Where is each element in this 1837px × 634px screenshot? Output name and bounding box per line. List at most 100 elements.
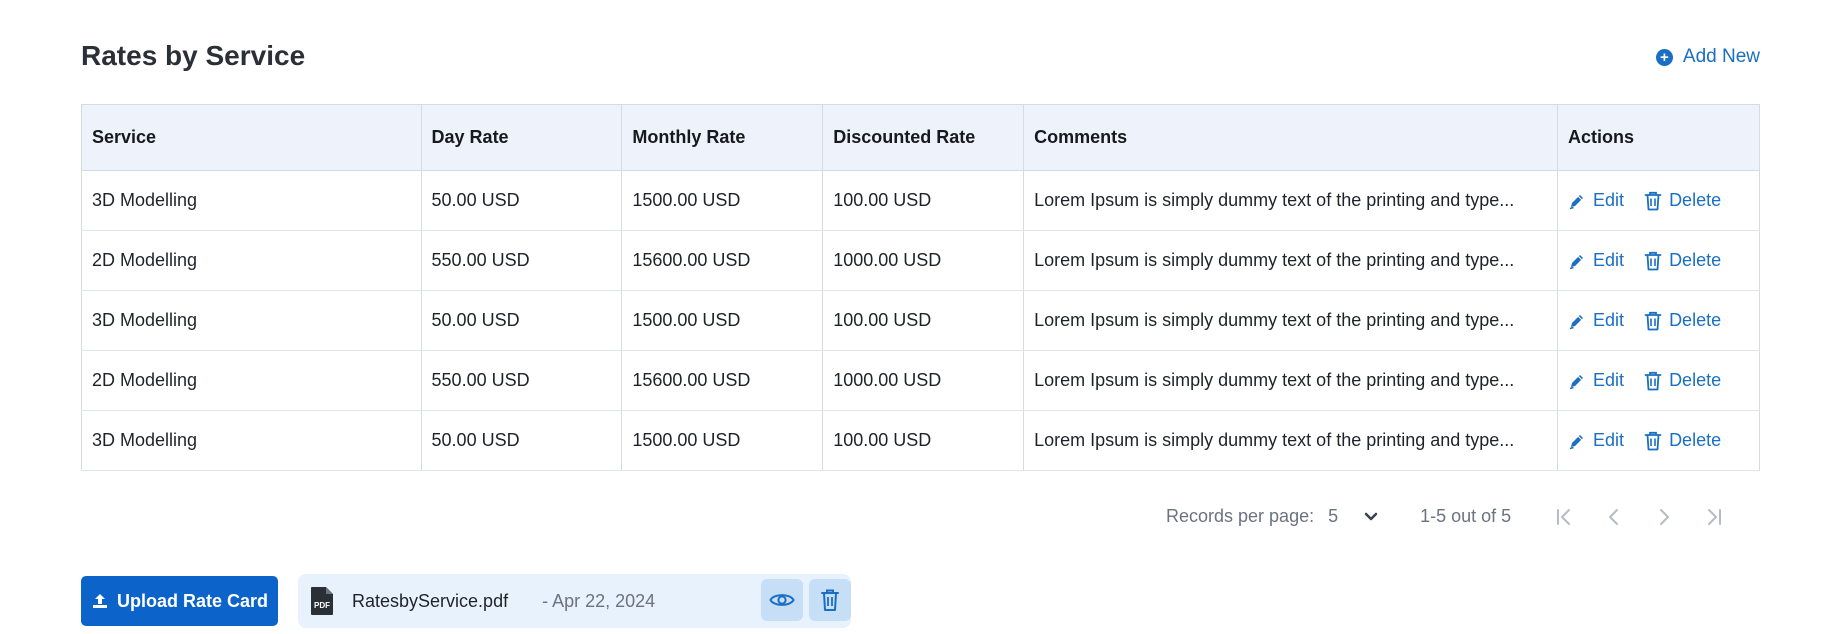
rates-page: Rates by Service + Add New Service Day R… <box>0 0 1837 634</box>
cell-service: 2D Modelling <box>81 350 422 411</box>
delete-file-button[interactable] <box>809 579 851 621</box>
cell-service: 3D Modelling <box>81 410 422 471</box>
cell-discounted-rate: 1000.00 USD <box>822 350 1025 411</box>
delete-button[interactable]: Delete <box>1644 370 1721 391</box>
cell-day-rate: 50.00 USD <box>421 170 623 231</box>
column-header-actions: Actions <box>1557 104 1760 171</box>
svg-text:PDF: PDF <box>314 601 330 610</box>
pagination: Records per page: 5 1-5 out of 5 <box>1166 506 1725 527</box>
uploaded-file-chip: PDF RatesbyService.pdf - Apr 22, 2024 <box>298 574 851 628</box>
pagination-nav <box>1553 508 1725 526</box>
edit-button[interactable]: Edit <box>1568 190 1624 211</box>
add-new-button[interactable]: + Add New <box>1655 46 1760 68</box>
cell-monthly-rate: 1500.00 USD <box>621 170 824 231</box>
plus-circle-icon: + <box>1655 48 1673 66</box>
cell-day-rate: 550.00 USD <box>421 230 623 291</box>
chevron-down-icon <box>1364 512 1378 520</box>
chevron-left-icon <box>1609 508 1619 525</box>
upload-rate-card-label: Upload Rate Card <box>116 590 269 611</box>
previous-page-button[interactable] <box>1603 508 1625 526</box>
edit-button[interactable]: Edit <box>1568 310 1624 331</box>
edit-label: Edit <box>1593 250 1625 270</box>
pencil-icon <box>1569 194 1584 209</box>
last-page-button[interactable] <box>1703 508 1725 526</box>
cell-service: 3D Modelling <box>81 170 422 231</box>
delete-label: Delete <box>1669 250 1722 270</box>
row-actions: Edit Delete <box>1568 310 1749 331</box>
trash-icon <box>1644 191 1662 210</box>
cell-day-rate: 50.00 USD <box>421 290 623 351</box>
pagination-range: 1-5 out of 5 <box>1420 506 1512 526</box>
rates-table: Service Day Rate Monthly Rate Discounted… <box>81 104 1760 471</box>
cell-discounted-rate: 100.00 USD <box>822 170 1025 231</box>
edit-button[interactable]: Edit <box>1568 430 1624 451</box>
last-page-icon <box>1708 508 1722 525</box>
column-header-day-rate: Day Rate <box>421 104 623 171</box>
row-actions: Edit Delete <box>1568 430 1749 451</box>
cell-monthly-rate: 1500.00 USD <box>621 290 824 351</box>
cell-day-rate: 50.00 USD <box>421 410 623 471</box>
pencil-icon <box>1569 314 1584 329</box>
add-new-label: Add New <box>1682 46 1760 67</box>
row-actions: Edit Delete <box>1568 190 1749 211</box>
trash-icon <box>1644 431 1662 450</box>
records-per-page-label: Records per page: <box>1166 506 1315 526</box>
view-file-button[interactable] <box>761 579 803 621</box>
next-page-button[interactable] <box>1653 508 1675 526</box>
cell-actions: Edit Delete <box>1557 410 1760 471</box>
delete-label: Delete <box>1669 310 1722 330</box>
table-row: 2D Modelling 550.00 USD 15600.00 USD 1000.0… <box>81 230 1760 291</box>
cell-actions: Edit Delete <box>1557 170 1760 231</box>
row-actions: Edit Delete <box>1568 250 1749 271</box>
cell-service: 2D Modelling <box>81 230 422 291</box>
delete-button[interactable]: Delete <box>1644 430 1721 451</box>
cell-monthly-rate: 15600.00 USD <box>621 350 824 411</box>
delete-label: Delete <box>1669 370 1722 390</box>
cell-monthly-rate: 1500.00 USD <box>621 410 824 471</box>
edit-label: Edit <box>1593 430 1625 450</box>
records-per-page-select[interactable]: 5 <box>1328 506 1378 527</box>
column-header-comments: Comments <box>1023 104 1559 171</box>
cell-monthly-rate: 15600.00 USD <box>621 230 824 291</box>
trash-icon <box>821 589 839 611</box>
cell-discounted-rate: 1000.00 USD <box>822 230 1025 291</box>
edit-label: Edit <box>1593 310 1625 330</box>
cell-service: 3D Modelling <box>81 290 422 351</box>
table-row: 2D Modelling 550.00 USD 15600.00 USD 1000.0… <box>81 350 1760 411</box>
edit-button[interactable]: Edit <box>1568 250 1624 271</box>
pencil-icon <box>1569 254 1584 269</box>
delete-button[interactable]: Delete <box>1644 310 1721 331</box>
cell-day-rate: 550.00 USD <box>421 350 623 411</box>
cell-discounted-rate: 100.00 USD <box>822 290 1025 351</box>
column-header-service: Service <box>81 104 422 171</box>
table-row: 3D Modelling 50.00 USD 1500.00 USD 100.00 U… <box>81 410 1760 471</box>
trash-icon <box>1644 371 1662 390</box>
delete-button[interactable]: Delete <box>1644 190 1721 211</box>
upload-rate-card-button[interactable]: Upload Rate Card <box>81 576 278 626</box>
file-actions <box>761 579 851 621</box>
table-row: 3D Modelling 50.00 USD 1500.00 USD 100.00 U… <box>81 170 1760 231</box>
cell-comments: Lorem Ipsum is simply dummy text of the … <box>1023 410 1559 471</box>
table-header-row: Service Day Rate Monthly Rate Discounted… <box>81 104 1760 171</box>
delete-label: Delete <box>1669 190 1722 210</box>
pencil-icon <box>1569 434 1584 449</box>
file-name[interactable]: RatesbyService.pdf <box>352 591 508 612</box>
eye-icon <box>769 594 795 606</box>
cell-comments: Lorem Ipsum is simply dummy text of the … <box>1023 230 1559 291</box>
trash-icon <box>1644 311 1662 330</box>
cell-actions: Edit Delete <box>1557 290 1760 351</box>
cell-comments: Lorem Ipsum is simply dummy text of the … <box>1023 350 1559 411</box>
delete-label: Delete <box>1669 430 1722 450</box>
delete-button[interactable]: Delete <box>1644 250 1721 271</box>
first-page-button[interactable] <box>1553 508 1575 526</box>
cell-actions: Edit Delete <box>1557 230 1760 291</box>
page-title: Rates by Service <box>81 40 306 71</box>
trash-icon <box>1644 251 1662 270</box>
records-per-page-value: 5 <box>1328 506 1339 526</box>
edit-label: Edit <box>1593 370 1625 390</box>
file-date: - Apr 22, 2024 <box>542 590 656 611</box>
table-row: 3D Modelling 50.00 USD 1500.00 USD 100.00 U… <box>81 290 1760 351</box>
pdf-file-icon: PDF <box>311 587 333 615</box>
chevron-right-icon <box>1660 508 1670 525</box>
edit-button[interactable]: Edit <box>1568 370 1624 391</box>
